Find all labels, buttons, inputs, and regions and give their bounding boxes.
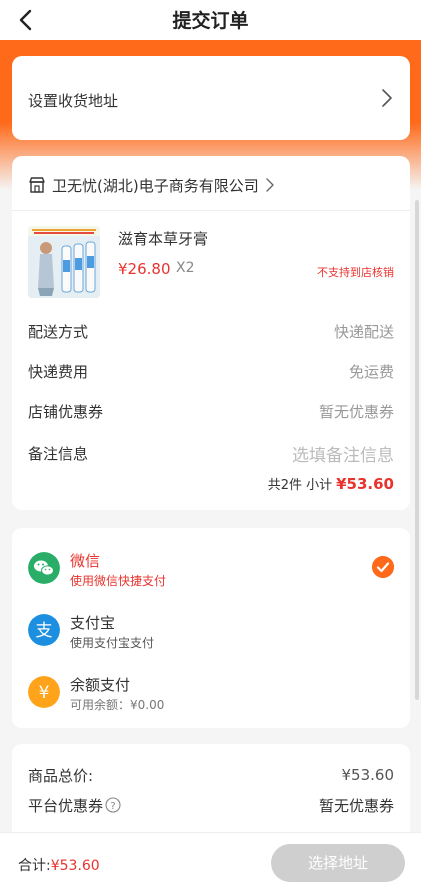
platform-coupon-row[interactable]: 平台优惠券 ? 暂无优惠券 <box>28 794 394 816</box>
store-pickup-notice: 不支持到店核销 <box>317 266 394 279</box>
store-icon <box>29 177 45 193</box>
row-value: 暂无优惠券 <box>318 796 394 815</box>
product-name: 滋育本草牙膏 <box>118 230 209 248</box>
svg-text:¥: ¥ <box>39 683 50 703</box>
subtotal: 共2件 小计 ¥53.60 <box>268 474 394 493</box>
select-address-button[interactable]: 选择地址 <box>271 844 405 882</box>
product-price: ¥26.80 <box>118 260 171 278</box>
payment-subtitle: 可用余额：¥0.00 <box>70 698 165 712</box>
payment-title: 余额支付 <box>70 676 131 694</box>
alipay-icon: 支 <box>28 614 60 646</box>
price-summary-card: 商品总价: ¥53.60 平台优惠券 ? 暂无优惠券 <box>12 744 410 844</box>
shop-header[interactable]: 卫无忧(湖北)电子商务有限公司 <box>28 174 275 196</box>
product-image[interactable] <box>28 226 100 298</box>
remarks-row: 备注信息 选填备注信息 <box>28 441 394 466</box>
payment-option-wechat[interactable]: 微信 使用微信快捷支付 <box>28 548 394 592</box>
delivery-method-row[interactable]: 配送方式 快递配送 <box>28 320 394 342</box>
row-value: 暂无优惠券 <box>318 402 394 421</box>
shop-name: 卫无忧(湖北)电子商务有限公司 <box>52 176 259 195</box>
yuan-coin-icon: ¥ <box>28 676 60 708</box>
divider <box>12 210 410 211</box>
payment-subtitle: 使用微信快捷支付 <box>70 574 167 588</box>
product-quantity: X2 <box>176 260 195 276</box>
help-icon[interactable]: ? <box>105 797 121 813</box>
address-card[interactable]: 设置收货地址 <box>12 56 410 140</box>
row-label-wrap: 平台优惠券 ? <box>28 795 121 816</box>
set-address-label: 设置收货地址 <box>28 92 119 110</box>
bottom-bar: 合计:¥53.60 选择地址 <box>0 832 421 883</box>
chevron-right-icon <box>266 178 274 192</box>
subtotal-amount: ¥53.60 <box>336 475 394 493</box>
total-value: ¥53.60 <box>50 858 100 874</box>
payment-card: 微信 使用微信快捷支付 支 支付宝 使用支付宝支付 ¥ 余额支付 可用余额：¥0… <box>12 528 410 728</box>
subtotal-label: 共2件 小计 <box>267 478 333 493</box>
order-card: 卫无忧(湖北)电子商务有限公司 滋育本草牙膏 ¥26.80 X2 不支持到店核销… <box>12 156 410 510</box>
row-label: 平台优惠券 <box>28 796 104 815</box>
shop-coupon-row[interactable]: 店铺优惠券 暂无优惠券 <box>28 400 394 422</box>
total-amount: 合计:¥53.60 <box>18 855 100 875</box>
chevron-right-icon <box>382 89 392 107</box>
goods-total-row: 商品总价: ¥53.60 <box>28 764 394 786</box>
payment-title: 支付宝 <box>70 614 116 632</box>
svg-text:支: 支 <box>36 621 53 641</box>
row-value: 快递配送 <box>333 322 394 341</box>
row-value: ¥53.60 <box>341 766 395 784</box>
wechat-icon <box>28 552 60 584</box>
total-label: 合计: <box>18 858 51 874</box>
row-label: 快递费用 <box>28 362 89 381</box>
payment-option-balance[interactable]: ¥ 余额支付 可用余额：¥0.00 <box>28 672 394 716</box>
payment-title: 微信 <box>70 552 101 570</box>
shipping-fee-row: 快递费用 免运费 <box>28 360 394 382</box>
row-label: 配送方式 <box>28 322 89 341</box>
payment-option-alipay[interactable]: 支 支付宝 使用支付宝支付 <box>28 610 394 654</box>
page-title: 提交订单 <box>172 10 249 32</box>
row-label: 店铺优惠券 <box>28 402 104 421</box>
nav-bar: 提交订单 <box>0 0 421 40</box>
row-label: 商品总价: <box>28 766 94 785</box>
row-label: 备注信息 <box>28 444 89 463</box>
row-value: 免运费 <box>348 362 394 381</box>
payment-subtitle: 使用支付宝支付 <box>70 636 155 650</box>
checkmark-icon[interactable] <box>372 556 394 578</box>
svg-text:?: ? <box>110 801 115 812</box>
remarks-input[interactable]: 选填备注信息 <box>292 441 394 466</box>
scrollbar[interactable] <box>415 200 419 700</box>
